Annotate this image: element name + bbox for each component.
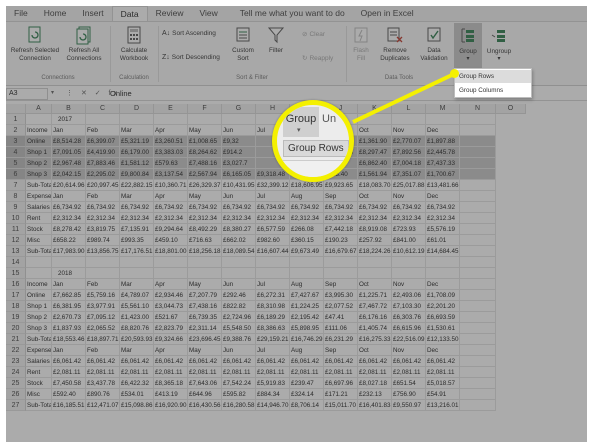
magnifier-content: Group ▾ Un Group Rows (277, 105, 349, 177)
magnified-group-rows-item: Group Rows (283, 140, 349, 157)
excel-online-window: File Home Insert Data Review View Tell m… (0, 0, 593, 442)
callout-dot (450, 69, 459, 78)
magnifier-callout: Group ▾ Un Group Rows (272, 100, 354, 182)
chevron-down-icon: ▾ (297, 127, 301, 134)
callout-pointer (352, 72, 455, 124)
magnified-group-button: Group (283, 107, 319, 137)
magnified-ungroup-label: Un (322, 113, 337, 125)
